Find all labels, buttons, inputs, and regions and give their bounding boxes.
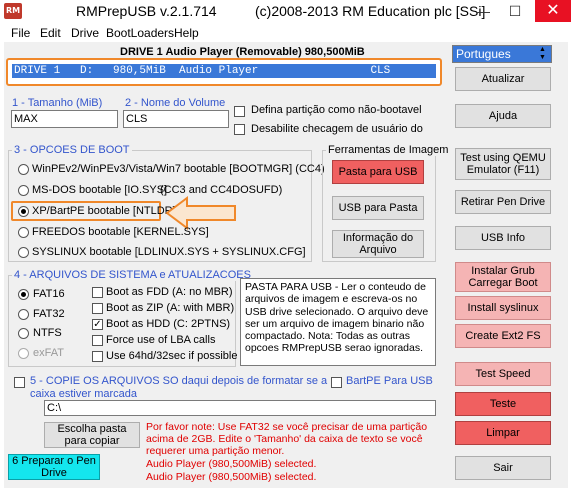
non-bootable-label: Defina partição como não-bootavel	[251, 104, 422, 116]
boot-label-msdos: MS-DOS bootable [IO.SYS]	[32, 184, 168, 196]
copy-files-label: 5 - COPIE OS ARQUIVOS SO daqui depois de…	[30, 375, 328, 400]
boot-label-freedos: FREEDOS bootable [KERNEL.SYS]	[32, 226, 209, 238]
exit-button[interactable]: Sair	[455, 456, 551, 480]
fs-label-fat16: FAT16	[33, 288, 65, 300]
update-button[interactable]: Atualizar	[455, 67, 551, 91]
help-button[interactable]: Ajuda	[455, 104, 551, 128]
boot-radio-freedos[interactable]	[18, 227, 29, 238]
copy-files-checkbox[interactable]	[14, 377, 25, 388]
drive-row[interactable]: DRIVE 1 D: 980,5MiB Audio Player CLS	[12, 64, 436, 78]
lba-label: Force use of LBA calls	[106, 334, 216, 346]
menu-drive[interactable]: Drive	[71, 26, 99, 40]
selected-line-2: Audio Player (980,500MiB) selected.	[146, 471, 317, 483]
size-input[interactable]: MAX	[11, 110, 118, 128]
install-grub-button[interactable]: Instalar Grub Carregar Boot	[455, 262, 551, 292]
spinner-arrows-icon[interactable]: ▲▼	[539, 46, 547, 62]
boot-fdd-label: Boot as FDD (A: no MBR)	[106, 286, 233, 298]
image-tools-legend: Ferramentas de Imagem	[326, 144, 451, 156]
fs-radio-fat16[interactable]	[18, 289, 29, 300]
maximize-button[interactable]: ☐	[500, 0, 530, 22]
hd64-label: Use 64hd/32sec if possible	[106, 350, 238, 362]
language-select[interactable]: Portugues ▲▼	[452, 45, 552, 63]
boot-radio-winpe[interactable]	[18, 164, 29, 175]
hd64-checkbox[interactable]	[92, 351, 103, 362]
left-arrow-icon	[165, 196, 236, 230]
boot-radio-xp[interactable]	[18, 206, 29, 217]
boot-zip-label: Boot as ZIP (A: with MBR)	[106, 302, 235, 314]
lba-checkbox[interactable]	[92, 335, 103, 346]
filesystem-legend: 4 - ARQUIVOS DE SISTEMA e ATUALIZACOES	[12, 269, 253, 281]
qemu-test-button[interactable]: Test using QEMU Emulator (F11)	[455, 148, 551, 180]
window-copyright: (c)2008-2013 RM Education plc [SSi]	[255, 3, 486, 19]
selected-line-1: Audio Player (980,500MiB) selected.	[146, 458, 317, 470]
choose-folder-button[interactable]: Escolha pasta para copiar	[44, 422, 140, 448]
boot-fdd-checkbox[interactable]	[92, 287, 103, 298]
boot-label-syslinux: SYSLINUX bootable [LDLINUX.SYS + SYSLINU…	[32, 246, 306, 258]
fat32-notice: Por favor note: Use FAT32 se você precis…	[146, 421, 428, 457]
boot-options-legend: 3 - OPCOES DE BOOT	[12, 144, 132, 156]
boot-zip-checkbox[interactable]	[92, 303, 103, 314]
test-speed-button[interactable]: Test Speed	[455, 362, 551, 386]
size-label: 1 - Tamanho (MiB)	[12, 97, 103, 109]
non-bootable-checkbox[interactable]	[234, 106, 245, 117]
msdos-note: (CC3 and CC4DOSUFD)	[160, 184, 283, 196]
drive-list[interactable]: DRIVE 1 D: 980,5MiB Audio Player CLS	[6, 58, 442, 86]
remove-drive-button[interactable]: Retirar Pen Drive	[455, 190, 551, 214]
prepare-drive-button[interactable]: 6 Preparar o Pen Drive	[8, 454, 100, 480]
boot-radio-msdos[interactable]	[18, 185, 29, 196]
app-icon: RM	[4, 3, 22, 19]
window-title: RMPrepUSB v.2.1.714	[76, 3, 217, 19]
boot-label-winpe: WinPEv2/WinPEv3/Vista/Win7 bootable [BOO…	[32, 163, 325, 175]
usb-info-button[interactable]: USB Info	[455, 226, 551, 250]
bartpe-checkbox[interactable]	[331, 377, 342, 388]
drive-header: DRIVE 1 Audio Player (Removable) 980,500…	[120, 46, 365, 58]
menu-help[interactable]: Help	[174, 26, 199, 40]
menu-bootloaders[interactable]: BootLoaders	[106, 26, 174, 40]
boot-hdd-label: Boot as HDD (C: 2PTNS)	[106, 318, 231, 330]
fs-radio-fat32[interactable]	[18, 309, 29, 320]
fs-label-fat32: FAT32	[33, 308, 65, 320]
disable-check-checkbox[interactable]	[234, 124, 245, 135]
clear-button[interactable]: Limpar	[455, 421, 551, 445]
volume-label: 2 - Nome do Volume	[125, 97, 226, 109]
fs-label-exfat: exFAT	[33, 347, 64, 359]
menu-edit[interactable]: Edit	[40, 26, 61, 40]
paste-to-usb-button[interactable]: Pasta para USB	[332, 160, 424, 184]
disable-check-label: Desabilite checagem de usuário do	[251, 123, 423, 135]
fs-radio-ntfs[interactable]	[18, 328, 29, 339]
fs-label-ntfs: NTFS	[33, 327, 62, 339]
menu-file[interactable]: File	[11, 26, 30, 40]
language-selected: Portugues	[456, 47, 511, 61]
install-syslinux-button[interactable]: Install syslinux	[455, 296, 551, 320]
fs-radio-exfat[interactable]	[18, 348, 29, 359]
usb-to-folder-button[interactable]: USB para Pasta	[332, 196, 424, 220]
test-button[interactable]: Teste	[455, 392, 551, 416]
boot-hdd-checkbox[interactable]: ✓	[92, 319, 103, 330]
boot-radio-syslinux[interactable]	[18, 247, 29, 258]
copy-path-input[interactable]: C:\	[44, 400, 436, 416]
create-ext2-button[interactable]: Create Ext2 FS	[455, 324, 551, 348]
minimize-button[interactable]: —	[468, 0, 498, 22]
bartpe-label: BartPE Para USB	[346, 375, 433, 387]
file-info-button[interactable]: Informação do Arquivo	[332, 230, 424, 258]
volume-input[interactable]: CLS	[123, 110, 229, 128]
close-button[interactable]: ✕	[535, 0, 571, 22]
help-text-box: PASTA PARA USB - Ler o conteudo de arqui…	[240, 278, 436, 366]
boot-label-xp: XP/BartPE bootable [NTLDR]	[32, 205, 176, 217]
